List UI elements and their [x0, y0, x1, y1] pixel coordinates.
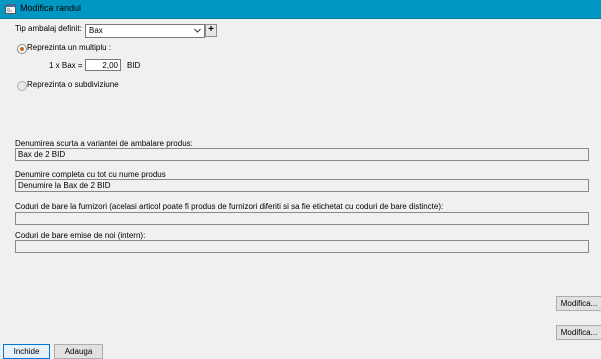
short-name-field[interactable]: Bax de 2 BID: [15, 148, 589, 161]
modify-supplier-barcodes-button[interactable]: Modifica...: [556, 296, 601, 311]
internal-barcodes-label: Coduri de bare emise de noi (intern):: [15, 231, 146, 240]
add-button[interactable]: Adauga: [54, 344, 103, 359]
full-name-label: Denumire completa cu tot cu nume produs: [15, 170, 166, 179]
multiple-unit-label: BID: [127, 61, 141, 70]
short-name-label: Denumirea scurta a variantei de ambalare…: [15, 139, 193, 148]
supplier-barcodes-field[interactable]: [15, 212, 589, 225]
supplier-barcodes-label: Coduri de bare la furnizori (acelasi art…: [15, 202, 444, 211]
window-title: Modifica randul: [20, 3, 82, 13]
packaging-type-value: Bax: [89, 26, 103, 35]
subdivision-radio-label: Reprezinta o subdiviziune: [27, 80, 119, 89]
dialog-body: Tip ambalaj definit: Bax + Reprezinta un…: [0, 19, 601, 359]
subdivision-radio[interactable]: [17, 81, 27, 91]
packaging-type-label: Tip ambalaj definit:: [15, 24, 82, 33]
close-button[interactable]: Inchide: [3, 344, 50, 359]
internal-barcodes-field[interactable]: [15, 240, 589, 253]
modify-internal-barcodes-button[interactable]: Modifica...: [556, 325, 601, 340]
multiple-prefix-label: 1 x Bax =: [49, 61, 83, 70]
multiple-radio-label: Reprezinta un multiplu :: [27, 43, 112, 52]
form-icon: [5, 4, 16, 14]
chevron-down-icon: [194, 28, 201, 33]
add-packaging-type-button[interactable]: +: [205, 24, 217, 37]
title-bar[interactable]: Modifica randul: [0, 0, 601, 19]
full-name-field[interactable]: Denumire la Bax de 2 BID: [15, 179, 589, 192]
multiple-radio[interactable]: [17, 44, 27, 54]
packaging-type-dropdown[interactable]: Bax: [85, 24, 205, 38]
multiple-quantity-input[interactable]: 2,00: [85, 59, 121, 71]
